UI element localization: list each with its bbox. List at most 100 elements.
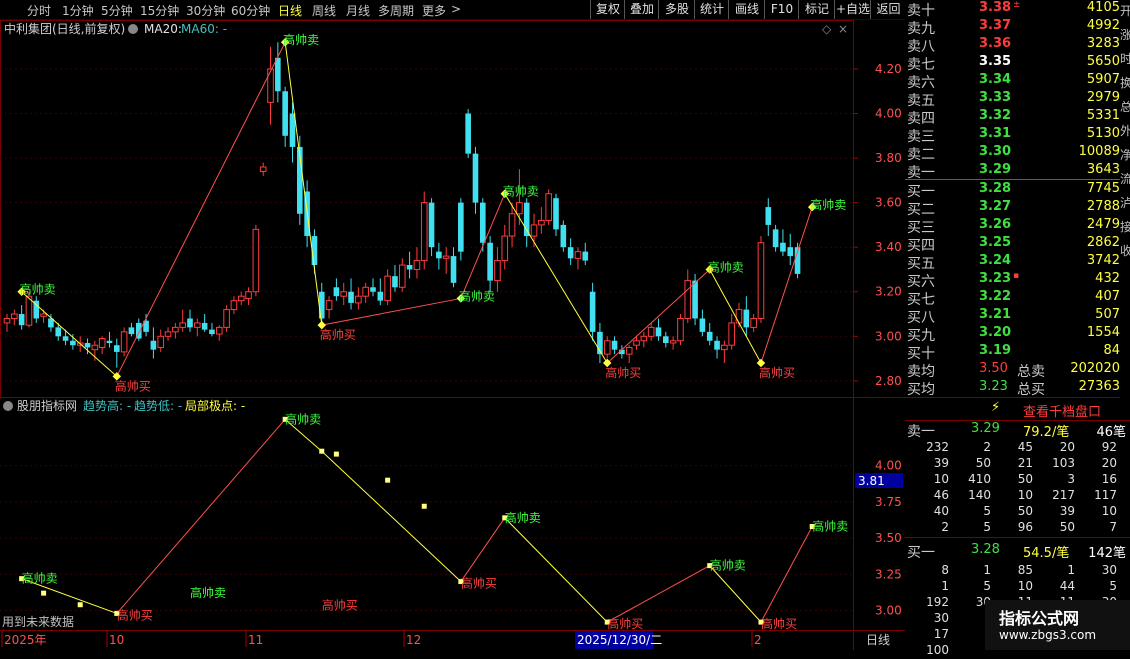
bids-row[interactable]: 买四 3.25 2862 [905, 235, 1130, 254]
asks-row[interactable]: 卖五 3.33 2979 [905, 90, 1130, 109]
period-toolbar: 分时 1分钟 5分钟 15分钟 30分钟 60分钟 日线 周线 月线 多周期 更多 > 复权 叠加 多股统… [0, 0, 905, 20]
indicator-sell-label: 高帅卖 [285, 411, 321, 426]
buy1-summary: 买一 3.28 54.5/笔 142笔 [905, 542, 1130, 561]
order-size: 5 [1109, 579, 1117, 593]
indicator-y-tick-label: 3.75 [875, 495, 902, 509]
period-tab-0[interactable]: 分时 [27, 2, 51, 19]
qiandang-button[interactable]: ⚡ 查看千档盘口 [905, 397, 1130, 421]
bids-row[interactable]: 买十 3.19 84 [905, 343, 1130, 362]
asks-row[interactable]: 卖六 3.34 5907 [905, 72, 1130, 91]
bids-label: 买四 [907, 238, 935, 254]
candle-body [325, 300, 333, 311]
indicator-title: 股朋指标网 [17, 398, 77, 413]
toolbar-button-2[interactable]: 多股 [658, 0, 695, 19]
period-tab-5[interactable]: 60分钟 [231, 2, 270, 19]
chevron-down-icon[interactable] [3, 401, 13, 411]
candle-body [545, 193, 552, 221]
avg-sell-price: 3.50 [979, 361, 1008, 376]
bids-row[interactable]: 买六 3.23 ▪ 432 [905, 271, 1130, 290]
asks-row[interactable]: 卖七 3.35 5650 [905, 54, 1130, 73]
indicator-sell-label: 高帅卖 [812, 519, 848, 534]
asks-row[interactable]: 卖九 3.37 4992 [905, 18, 1130, 37]
toolbar-button-5[interactable]: F10 [764, 0, 799, 19]
asks-row[interactable]: 卖四 3.32 5331 [905, 108, 1130, 127]
buy-signal-label: 高帅买 [115, 378, 151, 393]
period-tab-2[interactable]: 5分钟 [101, 2, 133, 19]
order-size: 1 [1067, 563, 1075, 577]
side-strip: 开涨时换总外净流泸接收 [1120, 0, 1130, 400]
period-tab-6[interactable]: 日线 [278, 2, 302, 19]
asks-row[interactable]: 卖三 3.31 5130 [905, 126, 1130, 145]
sell-signal-label: 高帅卖 [708, 259, 744, 274]
indicator-y-tick-label: 3.00 [875, 604, 902, 618]
bids-row[interactable]: 买八 3.21 507 [905, 307, 1130, 326]
bids-row[interactable]: 买二 3.27 2788 [905, 199, 1130, 218]
indicator-y-tick-label: 3.50 [875, 531, 902, 545]
bids-row[interactable]: 买三 3.26 2479 [905, 217, 1130, 236]
bids-price: 3.20 [979, 325, 1012, 340]
diamond-icon[interactable]: ◇ [822, 22, 832, 36]
asks-price: 3.37 [979, 18, 1012, 33]
asks-row[interactable]: 卖八 3.36 3283 [905, 36, 1130, 55]
side-strip-label: 流 [1120, 172, 1130, 186]
indicator-point [77, 602, 83, 608]
order-size: 410 [968, 472, 991, 486]
period-tab-3[interactable]: 15分钟 [140, 2, 179, 19]
toolbar-button-7[interactable]: +自选 [834, 0, 871, 19]
asks-row[interactable]: 卖二 3.30 10089 [905, 144, 1130, 163]
candle-body [553, 198, 559, 230]
period-tab-9[interactable]: 多周期 [378, 2, 414, 19]
order-size: 45 [1017, 440, 1033, 454]
x-axis-label: 2 [754, 633, 762, 647]
asks-row[interactable]: 卖一 3.29 3643 [905, 162, 1130, 181]
order-size: 5 [983, 504, 991, 518]
toolbar-button-3[interactable]: 统计 [694, 0, 729, 19]
candle-body [787, 247, 794, 257]
toolbar-button-0[interactable]: 复权 [590, 0, 625, 19]
candle-body [413, 260, 421, 270]
chart-area[interactable]: 高帅卖高帅买高帅卖高帅买高帅卖高帅卖高帅买高帅卖高帅买高帅卖 高帅卖高帅卖高帅卖… [0, 20, 905, 650]
y-tick-label: 3.40 [875, 240, 902, 254]
avg-buy-row: 买均 3.23 总买 27363 [905, 379, 1130, 398]
candle-body [721, 344, 728, 351]
indicator-segment [760, 526, 813, 623]
toolbar-button-4[interactable]: 画线 [728, 0, 765, 19]
orderbook-panel: 卖十 3.38 ±4105 卖九 3.37 4992 卖八 3.36 3283 卖七 3.35 565… [905, 0, 1130, 657]
close-icon[interactable]: × [838, 22, 848, 36]
chevron-down-icon[interactable] [128, 24, 138, 34]
candle-body [530, 224, 538, 237]
candle-body [406, 265, 413, 270]
order-size: 10 [1017, 488, 1033, 502]
toolbar-button-8[interactable]: 返回 [870, 0, 906, 19]
candle-body [98, 338, 106, 348]
sell1-summary-price: 3.29 [971, 421, 1000, 436]
chevron-right-icon[interactable]: > [451, 2, 461, 16]
period-tab-1[interactable]: 1分钟 [62, 2, 94, 19]
candle-body [237, 295, 245, 302]
asks-volume: 4992 [1086, 18, 1120, 33]
bids-row[interactable]: 买九 3.20 1554 [905, 325, 1130, 344]
toolbar-button-1[interactable]: 叠加 [624, 0, 659, 19]
bids-volume: 432 [1095, 271, 1120, 286]
candle-body [201, 322, 208, 330]
order-size: 5 [983, 520, 991, 534]
bids-row[interactable]: 买一 3.28 7745 [905, 181, 1130, 200]
indicator-sell-label: 高帅卖 [22, 571, 58, 586]
buy1-summary-price: 3.28 [971, 542, 1000, 557]
x-axis-label: 11 [248, 633, 263, 647]
bids-row[interactable]: 买五 3.24 3742 [905, 253, 1130, 272]
buy1-summary-per: 54.5/笔 [1023, 546, 1070, 561]
indicator-y-tick-label: 4.00 [875, 459, 902, 473]
asks-row[interactable]: 卖十 3.38 ±4105 [905, 0, 1130, 19]
period-tab-10[interactable]: 更多 [422, 2, 446, 19]
asks-label: 卖三 [907, 129, 935, 145]
asks-volume: 3283 [1086, 36, 1120, 51]
period-tab-4[interactable]: 30分钟 [186, 2, 225, 19]
candle-body [62, 336, 69, 341]
period-tab-8[interactable]: 月线 [346, 2, 370, 19]
candle-body [150, 340, 157, 350]
toolbar-button-6[interactable]: 标记 [798, 0, 835, 19]
candle-body [18, 314, 25, 326]
period-tab-7[interactable]: 周线 [312, 2, 336, 19]
bids-row[interactable]: 买七 3.22 407 [905, 289, 1130, 308]
